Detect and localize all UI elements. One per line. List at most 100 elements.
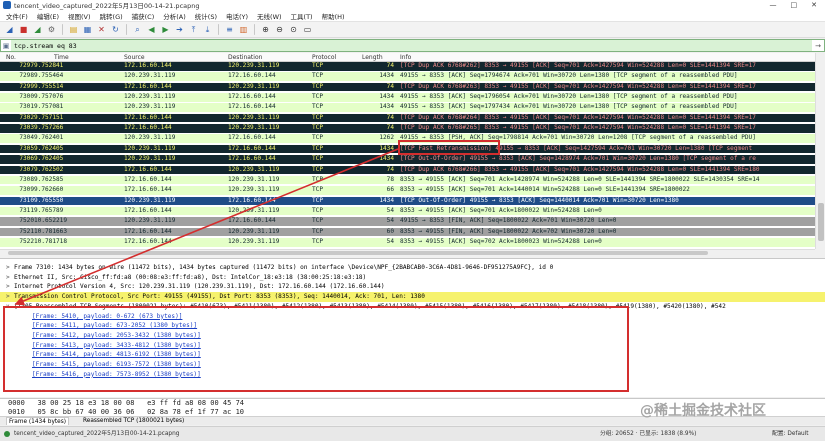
packet-cell-proto: TCP (312, 124, 324, 132)
zoom-reset-icon[interactable]: ⊙ (288, 24, 299, 35)
zoom-out-icon[interactable]: ⊖ (274, 24, 285, 35)
last-icon[interactable]: ⤓ (202, 24, 213, 35)
packet-row[interactable]: 7300 9.757076 120.239.31.119 172.16.60.144 T… (0, 93, 815, 102)
column-header-time[interactable]: Time (54, 53, 69, 62)
minimize-button[interactable]: — (770, 1, 777, 9)
toolbar-separator (126, 24, 127, 35)
close-button[interactable]: ✕ (811, 1, 817, 9)
packet-row[interactable]: 7306 9.762405 120.239.31.119 172.16.60.144 T… (0, 155, 815, 164)
display-filter-input[interactable]: tcp.stream eq 83 (11, 40, 812, 51)
packet-cell-src: 120.239.31.119 (124, 134, 176, 142)
hscrollbar-thumb[interactable] (8, 251, 708, 255)
menu-tools[interactable]: 工具(T) (291, 11, 313, 21)
menu-view[interactable]: 视图(V) (68, 11, 91, 21)
menu-go[interactable]: 跳转(G) (100, 11, 123, 21)
tab-frame-bytes[interactable]: Frame (1434 bytes) (6, 417, 69, 425)
detail-tree-item[interactable]: > Frame 7310: 1434 bytes on wire (11472 b… (0, 263, 825, 273)
open-icon[interactable]: ▤ (68, 24, 79, 35)
menu-file[interactable]: 文件(F) (6, 11, 28, 21)
back-icon[interactable]: ◀ (146, 24, 157, 35)
packet-row[interactable]: 7309 9.762660 172.16.60.144 120.239.31.119 T… (0, 186, 815, 195)
packet-cell-time: 9.752841 (34, 62, 64, 69)
zoom-in-icon[interactable]: ⊕ (260, 24, 271, 35)
options-icon[interactable]: ⚙ (46, 24, 57, 35)
forward-icon[interactable]: ▶ (160, 24, 171, 35)
menu-edit[interactable]: 编辑(E) (37, 11, 59, 21)
packet-cell-time: 10.781663 (34, 227, 68, 235)
chevron-right-icon[interactable]: > (6, 273, 14, 283)
packet-cell-src: 120.239.31.119 (124, 103, 176, 111)
first-icon[interactable]: ⤒ (188, 24, 199, 35)
goto-icon[interactable]: ➔ (174, 24, 185, 35)
packet-row[interactable]: 7302 9.757151 172.16.60.144 120.239.31.119 T… (0, 113, 815, 123)
column-header-protocol[interactable]: Protocol (312, 53, 336, 62)
chevron-right-icon[interactable]: > (6, 263, 14, 273)
packet-row[interactable]: 7298 9.755464 120.239.31.119 172.16.60.144 T… (0, 72, 815, 81)
save-icon[interactable]: ▦ (82, 24, 93, 35)
packet-row[interactable]: 7297 9.752841 172.16.60.144 120.239.31.119 T… (0, 62, 815, 71)
packet-cell-info: [TCP Out-Of-Order] 49155 → 8353 [ACK] Se… (400, 155, 756, 163)
column-header-source[interactable]: Source (124, 53, 145, 62)
packet-cell-proto: TCP (312, 82, 324, 90)
menu-wireless[interactable]: 无线(W) (257, 11, 282, 21)
packet-cell-dst: 172.16.60.144 (228, 103, 276, 111)
packet-row[interactable]: 7311 9.765789 172.16.60.144 120.239.31.119 T… (0, 206, 815, 216)
packet-cell-dst: 120.239.31.119 (228, 206, 280, 214)
packet-list[interactable]: 7297 9.752841 172.16.60.144 120.239.31.119 T… (0, 62, 815, 249)
stop-icon[interactable]: ■ (18, 24, 29, 35)
packet-row[interactable]: 7308 9.762585 172.16.60.144 120.239.31.119 T… (0, 175, 815, 185)
status-profile[interactable]: 配置: Default (772, 427, 809, 441)
shark-fin-start-icon[interactable]: ◢ (4, 24, 15, 35)
packet-row[interactable]: 7307 9.762502 172.16.60.144 120.239.31.119 T… (0, 165, 815, 175)
column-header-destination[interactable]: Destination (228, 53, 262, 62)
packet-row[interactable]: 7310 9.765550 120.239.31.119 172.16.60.144 T… (0, 196, 815, 206)
apply-filter-icon[interactable]: → (812, 42, 824, 50)
close-file-icon[interactable]: ✕ (96, 24, 107, 35)
restart-icon[interactable]: ◢ (32, 24, 43, 35)
expert-info-icon[interactable] (4, 431, 10, 437)
packet-row[interactable]: 7520 10.652219 120.239.31.119 172.16.60.144… (0, 217, 815, 226)
menu-telephony[interactable]: 电话(Y) (226, 11, 248, 21)
menu-help[interactable]: 帮助(H) (322, 11, 345, 21)
packet-cell-dst: 120.239.31.119 (228, 186, 280, 194)
column-header-length[interactable]: Length (362, 53, 383, 62)
packet-cell-no: 7522 (19, 237, 34, 245)
packet-cell-time: 10.781718 (34, 237, 68, 245)
detail-tree-item[interactable]: > Ethernet II, Src: Cisco_ff:fd:a8 (00:08… (0, 273, 825, 283)
tab-reassembled-tcp[interactable]: Reassembled TCP (1800021 bytes) (81, 417, 186, 425)
packet-row[interactable]: 7301 9.757081 120.239.31.119 172.16.60.144 T… (0, 103, 815, 112)
detail-tree-item[interactable]: > Internet Protocol Version 4, Src: 120.2… (0, 282, 825, 292)
menu-analyze[interactable]: 分析(A) (163, 11, 186, 21)
packet-row[interactable]: 7522 10.781718 172.16.60.144 120.239.31.119… (0, 237, 815, 247)
detail-tree-item[interactable]: > Transmission Control Protocol, Src Port… (0, 292, 825, 303)
detail-text: Internet Protocol Version 4, Src: 120.23… (14, 283, 385, 291)
reload-icon[interactable]: ↻ (110, 24, 121, 35)
packet-cell-len: 54 (386, 206, 394, 214)
find-icon[interactable]: ⌕ (132, 24, 143, 35)
chevron-right-icon[interactable]: > (6, 282, 14, 292)
menu-statistics[interactable]: 统计(S) (195, 11, 217, 21)
packet-cell-proto: TCP (312, 237, 324, 245)
resize-columns-icon[interactable]: ▭ (302, 24, 313, 35)
scrollbar-thumb[interactable] (818, 203, 824, 241)
packet-row[interactable]: 7299 9.755514 172.16.60.144 120.239.31.119 T… (0, 82, 815, 92)
packet-cell-time: 9.762405 (34, 155, 64, 163)
column-header-no[interactable]: No. (6, 53, 16, 62)
menu-capture[interactable]: 捕获(C) (132, 11, 155, 21)
bookmark-icon[interactable]: ▣ (1, 42, 11, 50)
packet-cell-no: 7520 (19, 217, 34, 225)
packet-cell-len: 1434 (379, 103, 394, 111)
packet-row[interactable]: 7303 9.757266 172.16.60.144 120.239.31.119 T… (0, 124, 815, 133)
packet-list-scrollbar[interactable] (815, 53, 825, 249)
packet-cell-src: 172.16.60.144 (124, 82, 172, 90)
colorize-icon[interactable]: ▥ (238, 24, 249, 35)
column-header-info[interactable]: Info (400, 53, 411, 62)
maximize-button[interactable]: □ (791, 1, 798, 9)
autoscroll-icon[interactable]: ≡ (224, 24, 235, 35)
packet-cell-time: 9.757151 (34, 113, 64, 121)
packet-row[interactable]: 7521 10.781663 172.16.60.144 120.239.31.119… (0, 227, 815, 237)
packet-list-hscrollbar[interactable] (0, 249, 815, 255)
chevron-right-icon[interactable]: > (6, 292, 14, 302)
packet-cell-proto: TCP (312, 217, 324, 225)
packet-cell-no: 7303 (19, 124, 34, 132)
